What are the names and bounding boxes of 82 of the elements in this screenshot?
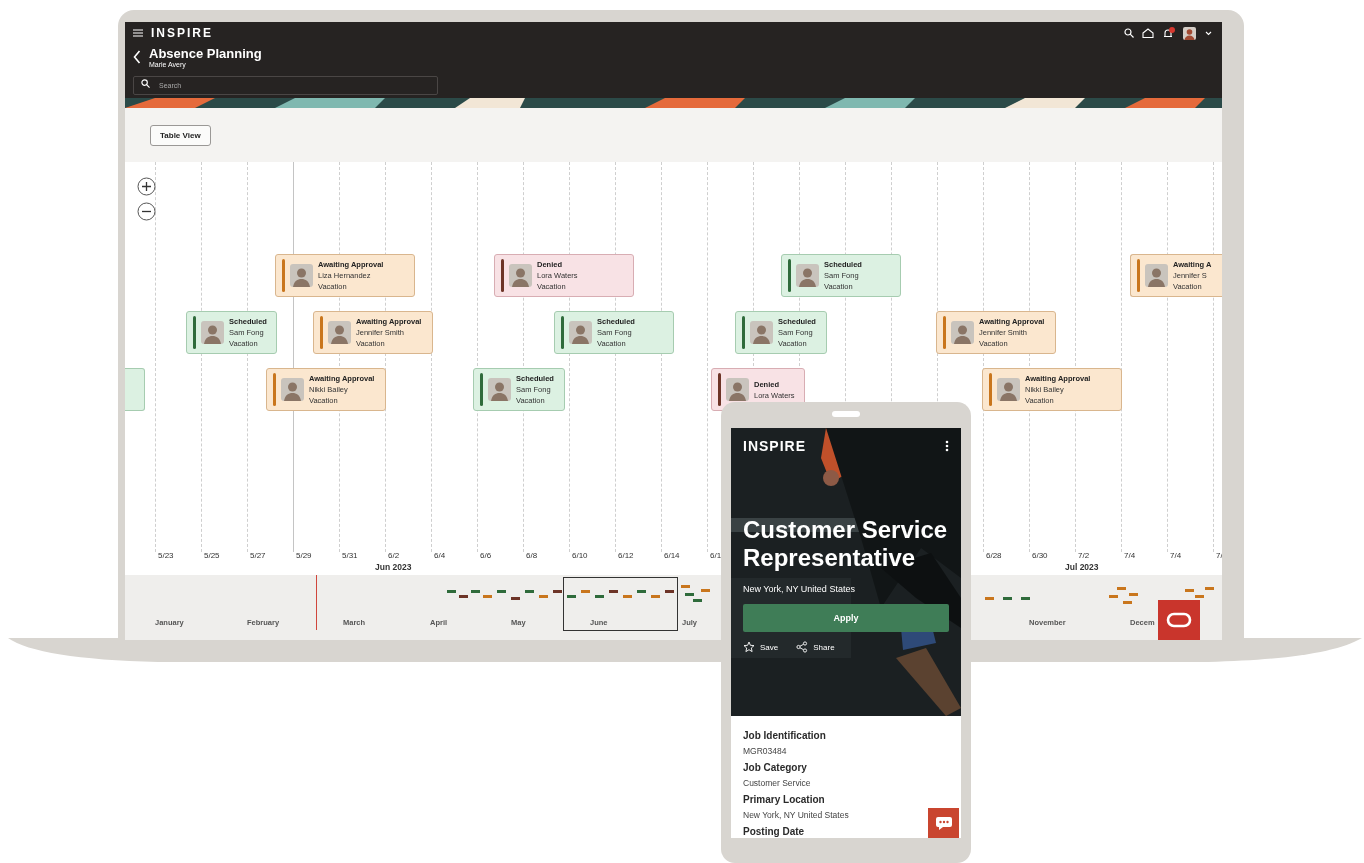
avatar-icon	[750, 321, 773, 344]
zoom-out-icon[interactable]	[137, 202, 156, 221]
zoom-in-icon[interactable]	[137, 177, 156, 196]
date-label: 6/6	[480, 551, 492, 560]
detail-value: New York, NY United States	[743, 809, 850, 822]
status-bar	[742, 316, 745, 349]
avatar-icon	[509, 264, 532, 287]
detail-label: Job Category	[743, 761, 808, 775]
avatar-icon	[726, 378, 749, 401]
avatar-icon	[1145, 264, 1168, 287]
status-bar	[561, 316, 564, 349]
star-icon	[743, 641, 755, 653]
month-label: Jul 2023	[1065, 562, 1099, 572]
avatar-icon	[796, 264, 819, 287]
caret-icon[interactable]	[1205, 30, 1212, 36]
app-logo: INSPIRE	[743, 438, 806, 454]
speaker-slot	[832, 411, 860, 417]
status-bar	[480, 373, 483, 406]
share-icon	[796, 641, 809, 653]
status-bar	[718, 373, 721, 406]
date-label: 5/29	[296, 551, 312, 560]
date-label: 5/23	[158, 551, 174, 560]
date-label: 5/31	[342, 551, 358, 560]
status-bar	[282, 259, 285, 292]
status-bar	[273, 373, 276, 406]
date-label: 7/4	[1124, 551, 1136, 560]
avatar-icon	[328, 321, 351, 344]
search-icon	[141, 79, 150, 88]
status-bar	[501, 259, 504, 292]
detail-label: Job Identification	[743, 729, 827, 743]
avatar-icon	[997, 378, 1020, 401]
status-bar	[989, 373, 992, 406]
avatar-icon	[281, 378, 304, 401]
month-label: Jun 2023	[375, 562, 412, 572]
back-icon[interactable]	[133, 50, 141, 64]
save-button[interactable]: Save	[743, 641, 779, 653]
date-label: 6/1	[710, 551, 722, 560]
avatar-icon	[201, 321, 224, 344]
status-bar	[320, 316, 323, 349]
apply-button[interactable]: Apply	[743, 604, 949, 632]
date-label: 5/25	[204, 551, 220, 560]
date-label: 6/10	[572, 551, 588, 560]
date-label: 6/12	[618, 551, 634, 560]
chat-button[interactable]	[928, 808, 959, 838]
job-title: Customer Service Representative	[743, 516, 948, 572]
detail-value: Customer Service	[743, 777, 812, 790]
status-bar	[943, 316, 946, 349]
detail-label: Posting Date	[743, 825, 806, 838]
home-icon[interactable]	[1142, 28, 1154, 38]
detail-value: MGR03484	[743, 745, 788, 758]
status-bar	[1137, 259, 1140, 292]
date-label: 5/27	[250, 551, 266, 560]
today-line	[316, 575, 317, 630]
chat-icon	[934, 815, 953, 831]
share-button[interactable]: Share	[796, 641, 835, 653]
more-options-icon[interactable]	[945, 440, 949, 452]
search-icon[interactable]	[1124, 28, 1134, 38]
date-label: 7/2	[1078, 551, 1090, 560]
table-view-button[interactable]: Table View	[150, 124, 211, 146]
menu-icon[interactable]	[133, 29, 143, 37]
avatar-icon	[290, 264, 313, 287]
date-label: 6/8	[526, 551, 538, 560]
date-label: 7/4	[1170, 551, 1182, 560]
date-label: 6/2	[388, 551, 400, 560]
status-bar	[193, 316, 196, 349]
avatar-icon	[488, 378, 511, 401]
status-bar	[788, 259, 791, 292]
date-label: 6/30	[1032, 551, 1048, 560]
date-label: 6/4	[434, 551, 446, 560]
range-selector[interactable]	[563, 577, 678, 631]
date-label: 7/	[1216, 551, 1222, 560]
page-title: Absence Planning	[149, 46, 262, 61]
avatar-icon	[569, 321, 592, 344]
app-logo: INSPIRE	[151, 26, 213, 40]
bell-icon[interactable]	[1162, 27, 1175, 39]
user-avatar-icon[interactable]	[1183, 26, 1197, 40]
date-label: 6/14	[664, 551, 680, 560]
job-location: New York, NY United States	[743, 584, 856, 594]
logo-icon	[1166, 612, 1192, 628]
detail-label: Primary Location	[743, 793, 826, 807]
date-label: 6/28	[986, 551, 1002, 560]
avatar-icon	[951, 321, 974, 344]
